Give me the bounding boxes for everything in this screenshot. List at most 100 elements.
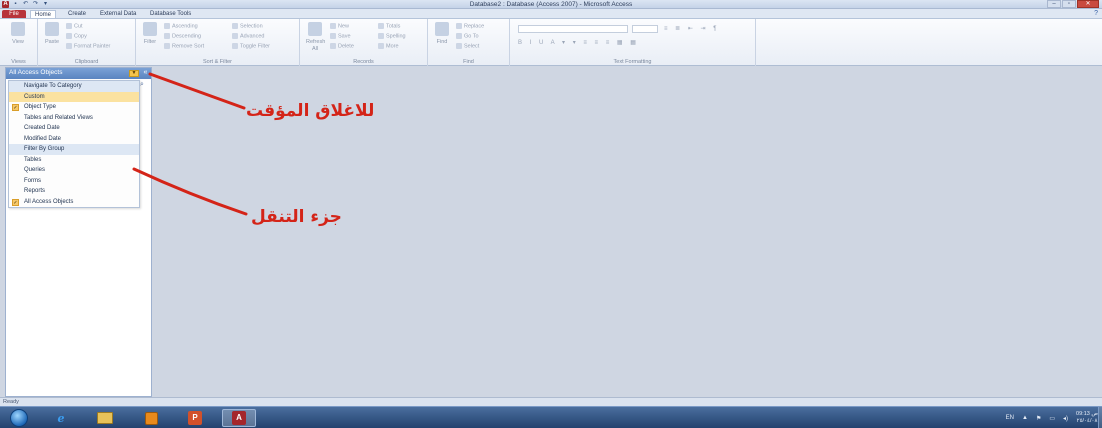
totals-button[interactable]: Totals xyxy=(378,23,400,29)
group-label: Find xyxy=(463,59,474,65)
clock[interactable]: 09:13 ص ٢٥/٠٤/٠٨ xyxy=(1076,411,1098,425)
nav-category-menu: Navigate To Category Custom ✓ Object Type Ta… xyxy=(8,80,140,208)
refresh-all-button[interactable]: Refresh All xyxy=(306,22,325,52)
delete-record-button[interactable]: Delete xyxy=(330,43,354,49)
view-button[interactable]: View xyxy=(9,22,27,45)
navigation-pane: All Access Objects ▼ « ⌕ Navigate To Cat… xyxy=(5,67,152,397)
font-size-dropdown[interactable] xyxy=(632,25,658,33)
goto-button[interactable]: Go To xyxy=(456,33,479,39)
spelling-button[interactable]: Spelling xyxy=(378,33,406,39)
powerpoint-icon[interactable]: P xyxy=(178,409,212,427)
title-bar: A ▪ ↶ ↷ ▾ Database2 : Database (Access 2… xyxy=(0,0,1102,9)
access-taskbar-icon[interactable]: A xyxy=(222,409,256,427)
replace-icon xyxy=(456,23,462,29)
filter-button[interactable]: Filter xyxy=(141,22,159,45)
menu-item[interactable]: Forms xyxy=(9,176,139,187)
toggle-filter-icon xyxy=(232,43,238,49)
new-record-button[interactable]: New xyxy=(330,23,349,29)
network-icon[interactable]: ▭ xyxy=(1049,415,1055,422)
tab-database-tools[interactable]: Database Tools xyxy=(146,10,195,18)
group-views: View Views xyxy=(0,19,38,66)
format-painter-button[interactable]: Format Painter xyxy=(66,43,110,49)
group-label: Text Formatting xyxy=(613,59,652,65)
menu-item[interactable]: Tables xyxy=(9,155,139,166)
select-icon xyxy=(456,43,462,49)
remove-sort-button[interactable]: Remove Sort xyxy=(164,43,204,49)
brush-icon xyxy=(66,43,72,49)
menu-item-label: Tables xyxy=(24,156,42,163)
internet-explorer-icon[interactable]: e xyxy=(44,409,78,427)
spelling-icon xyxy=(378,33,384,39)
group-records: Refresh All New Save Delete Totals Spell… xyxy=(300,19,428,66)
taskbar: e P A EN ▲ ⚑ ▭ ◂) 09:13 ص ٢٥/٠٤/٠٨ xyxy=(0,406,1102,428)
save-record-button[interactable]: Save xyxy=(330,33,351,39)
show-desktop-button[interactable] xyxy=(1098,407,1102,428)
more-button[interactable]: More xyxy=(378,43,399,49)
cut-button[interactable]: Cut xyxy=(66,23,83,29)
funnel-icon xyxy=(143,22,157,36)
menu-item[interactable]: Custom xyxy=(9,91,139,102)
menu-item-label: Object Type xyxy=(24,104,56,110)
clock-time: 09:13 ص xyxy=(1076,411,1098,417)
paste-icon xyxy=(45,22,59,36)
checkmark-icon: ✓ xyxy=(12,104,19,111)
menu-item[interactable]: ✓ Object Type xyxy=(9,102,139,113)
tab-file[interactable]: File xyxy=(2,10,26,18)
font-name-dropdown[interactable] xyxy=(518,25,628,33)
menu-item[interactable]: Tables and Related Views xyxy=(9,113,139,124)
menu-item[interactable]: Modified Date xyxy=(9,134,139,145)
tab-create[interactable]: Create xyxy=(64,10,90,18)
maximize-button[interactable]: ▫ xyxy=(1062,0,1076,8)
sort-descending-icon xyxy=(164,33,170,39)
replace-button[interactable]: Replace xyxy=(456,23,484,29)
descending-button[interactable]: Descending xyxy=(164,33,201,39)
ribbon: View Views Paste Cut Copy Format Painter… xyxy=(0,19,1102,66)
remove-sort-icon xyxy=(164,43,170,49)
minimize-button[interactable]: – xyxy=(1047,0,1061,8)
advanced-button[interactable]: Advanced xyxy=(232,33,264,39)
tab-external-data[interactable]: External Data xyxy=(96,10,140,18)
nav-pane-header[interactable]: All Access Objects ▼ « xyxy=(6,68,151,79)
flag-icon[interactable]: ⚑ xyxy=(1036,415,1041,422)
shutter-bar-close-icon[interactable]: « xyxy=(141,69,150,78)
menu-item[interactable]: Queries xyxy=(9,165,139,176)
tray-arrow-icon[interactable]: ▲ xyxy=(1022,415,1028,421)
menu-item[interactable]: Created Date xyxy=(9,123,139,134)
volume-icon[interactable]: ◂) xyxy=(1063,415,1068,422)
view-icon xyxy=(11,22,25,36)
menu-item-label: Modified Date xyxy=(24,135,62,142)
list-format-icons[interactable]: ≡ ≣ ⇤ ⇥ ¶ xyxy=(664,25,719,32)
select-button[interactable]: Select xyxy=(456,43,479,49)
selection-button[interactable]: Selection xyxy=(232,23,263,29)
media-player-icon[interactable] xyxy=(134,409,168,427)
scissors-icon xyxy=(66,23,72,29)
toggle-filter-button[interactable]: Toggle Filter xyxy=(232,43,270,49)
windows-explorer-icon[interactable] xyxy=(88,409,122,427)
text-style-icons[interactable]: B I U A ▾ ▾ ≡ ≡ ≡ ▦ ▦ xyxy=(518,39,639,46)
menu-item-label: Tables and Related Views xyxy=(24,114,93,121)
clock-date: ٢٥/٠٤/٠٨ xyxy=(1076,418,1098,424)
menu-item-label: Created Date xyxy=(24,125,60,131)
start-orb-icon[interactable] xyxy=(10,409,28,427)
group-label: Sort & Filter xyxy=(202,59,233,65)
checkmark-icon: ✓ xyxy=(12,198,19,206)
group-label: Clipboard xyxy=(74,59,99,65)
tab-home[interactable]: Home xyxy=(30,10,57,18)
group-find: Find Replace Go To Select Find xyxy=(428,19,510,66)
language-indicator[interactable]: EN xyxy=(1006,415,1014,421)
goto-arrow-icon xyxy=(456,33,462,39)
menu-item-label: All Access Objects xyxy=(24,198,74,205)
system-tray: EN ▲ ⚑ ▭ ◂) 09:13 ص ٢٥/٠٤/٠٨ xyxy=(1006,411,1098,425)
save-icon xyxy=(330,33,336,39)
copy-button[interactable]: Copy xyxy=(66,33,87,39)
menu-item[interactable]: ✓ All Access Objects xyxy=(9,197,139,208)
new-record-icon xyxy=(330,23,336,29)
ascending-button[interactable]: Ascending xyxy=(164,23,198,29)
find-button[interactable]: Find xyxy=(433,22,451,45)
menu-item[interactable]: Reports xyxy=(9,186,139,197)
search-icon[interactable]: ⌕ xyxy=(140,81,144,89)
close-button[interactable]: ✕ xyxy=(1077,0,1099,8)
help-icon[interactable]: ? xyxy=(1094,10,1098,17)
paste-button[interactable]: Paste xyxy=(43,22,61,45)
chevron-down-icon[interactable]: ▼ xyxy=(129,70,139,77)
